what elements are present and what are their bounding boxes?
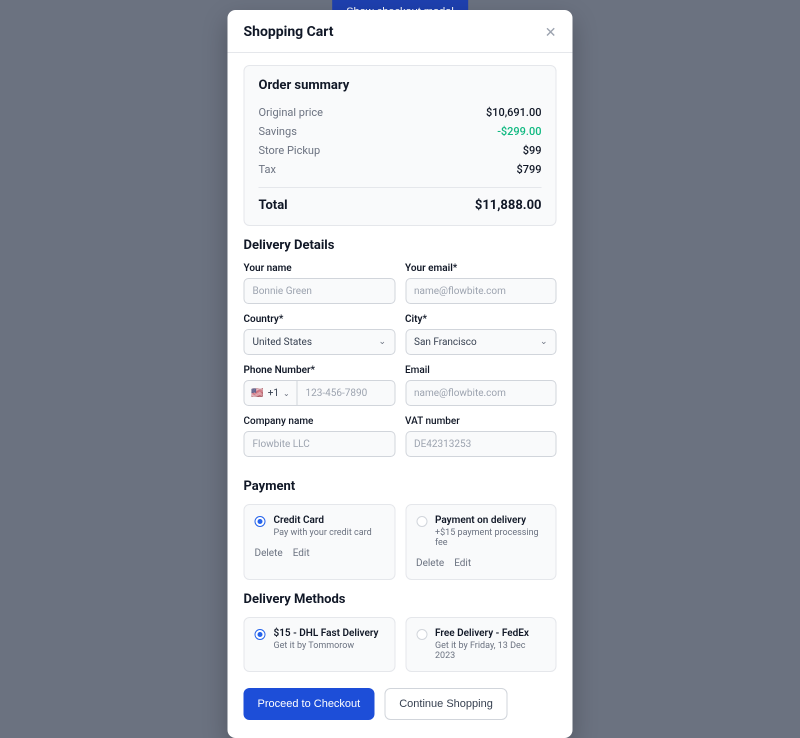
summary-row-tax: Tax $799 (259, 160, 542, 179)
email2-input[interactable]: name@flowbite.com (405, 380, 557, 406)
delete-link[interactable]: Delete (255, 548, 283, 559)
phone-code-value: +1 (268, 388, 279, 399)
radio-fedex[interactable] (416, 629, 427, 640)
country-select[interactable]: United States ⌄ (244, 329, 396, 355)
chevron-down-icon: ⌄ (540, 337, 548, 347)
phone-input[interactable]: 123-456-7890 (298, 380, 396, 406)
payment-option-cod[interactable]: Payment on delivery +$15 payment process… (405, 504, 557, 580)
summary-heading: Order summary (259, 78, 542, 93)
cod-sub: +$15 payment processing fee (435, 528, 546, 548)
close-icon[interactable]: ✕ (545, 25, 557, 39)
delivery-methods-section: Delivery Methods $15 - DHL Fast Delivery… (228, 580, 573, 672)
city-select[interactable]: San Francisco ⌄ (405, 329, 557, 355)
credit-title: Credit Card (274, 515, 372, 526)
continue-shopping-button[interactable]: Continue Shopping (384, 688, 508, 720)
summary-row-pickup: Store Pickup $99 (259, 141, 542, 160)
country-label: Country* (244, 314, 396, 325)
name-input[interactable]: Bonnie Green (244, 278, 396, 304)
method-option-fedex[interactable]: Free Delivery - FedEx Get it by Friday, … (405, 617, 557, 672)
proceed-checkout-button[interactable]: Proceed to Checkout (244, 688, 375, 720)
modal-footer: Proceed to Checkout Continue Shopping (228, 672, 573, 720)
fedex-title: Free Delivery - FedEx (435, 628, 546, 639)
summary-value: -$299.00 (497, 125, 541, 138)
payment-option-credit[interactable]: Credit Card Pay with your credit card De… (244, 504, 396, 580)
country-value: United States (253, 337, 313, 348)
modal-title: Shopping Cart (244, 24, 334, 40)
methods-heading: Delivery Methods (244, 592, 557, 607)
phone-code-select[interactable]: 🇺🇸 +1 ⌄ (244, 380, 298, 406)
summary-total: Total $11,888.00 (259, 187, 542, 213)
summary-label: Store Pickup (259, 144, 321, 157)
summary-label: Tax (259, 163, 276, 176)
flag-icon: 🇺🇸 (251, 388, 263, 399)
vat-input[interactable]: DE42313253 (405, 431, 557, 457)
email-input[interactable]: name@flowbite.com (405, 278, 557, 304)
phone-label: Phone Number* (244, 365, 396, 376)
summary-row-savings: Savings -$299.00 (259, 122, 542, 141)
city-value: San Francisco (414, 337, 477, 348)
chevron-down-icon: ⌄ (378, 337, 386, 347)
summary-label: Original price (259, 106, 323, 119)
summary-value: $10,691.00 (486, 106, 542, 119)
radio-credit[interactable] (255, 516, 266, 527)
city-label: City* (405, 314, 557, 325)
radio-cod[interactable] (416, 516, 427, 527)
summary-value: $799 (516, 163, 541, 176)
company-input[interactable]: Flowbite LLC (244, 431, 396, 457)
total-label: Total (259, 198, 288, 213)
company-label: Company name (244, 416, 396, 427)
name-label: Your name (244, 263, 396, 274)
total-value: $11,888.00 (475, 198, 542, 213)
chevron-down-icon: ⌄ (283, 389, 290, 398)
edit-link[interactable]: Edit (454, 558, 471, 569)
method-option-dhl[interactable]: $15 - DHL Fast Delivery Get it by Tommor… (244, 617, 396, 672)
checkout-modal: Shopping Cart ✕ Order summary Original p… (228, 10, 573, 738)
summary-label: Savings (259, 125, 297, 138)
payment-heading: Payment (244, 479, 557, 494)
radio-dhl[interactable] (255, 629, 266, 640)
summary-value: $99 (523, 144, 542, 157)
delivery-heading: Delivery Details (244, 238, 557, 253)
cod-title: Payment on delivery (435, 515, 546, 526)
payment-section: Payment Credit Card Pay with your credit… (228, 467, 573, 580)
delivery-details: Delivery Details Your name Bonnie Green … (228, 226, 573, 457)
vat-label: VAT number (405, 416, 557, 427)
modal-header: Shopping Cart ✕ (228, 10, 573, 53)
edit-link[interactable]: Edit (293, 548, 310, 559)
dhl-title: $15 - DHL Fast Delivery (274, 628, 379, 639)
email-label: Your email* (405, 263, 557, 274)
order-summary: Order summary Original price $10,691.00 … (244, 65, 557, 226)
delete-link[interactable]: Delete (416, 558, 444, 569)
dhl-sub: Get it by Tommorow (274, 641, 379, 651)
summary-row-original: Original price $10,691.00 (259, 103, 542, 122)
credit-sub: Pay with your credit card (274, 528, 372, 538)
fedex-sub: Get it by Friday, 13 Dec 2023 (435, 641, 546, 661)
email2-label: Email (405, 365, 557, 376)
